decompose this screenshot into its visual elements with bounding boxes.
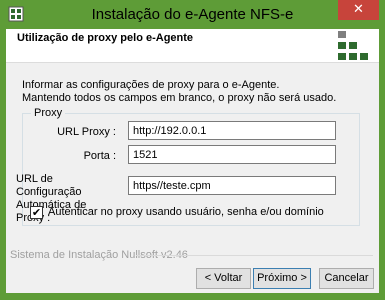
- close-button[interactable]: ✕: [338, 0, 379, 20]
- proxy-auth-label[interactable]: Autenticar no proxy usando usuário, senh…: [48, 206, 324, 218]
- intro-line: Informar as configurações de proxy para …: [22, 79, 280, 91]
- checkmark-icon: ✔: [31, 206, 42, 219]
- proxy-port-input[interactable]: [128, 145, 336, 164]
- proxy-url-input[interactable]: [128, 121, 336, 140]
- logo-square: [349, 42, 357, 49]
- cancel-button[interactable]: Cancelar: [319, 268, 374, 289]
- dialog-client-area: Utilização de proxy pelo e-Agente Inform…: [6, 29, 379, 293]
- logo-square: [338, 53, 346, 60]
- proxy-url-label: URL Proxy :: [57, 126, 116, 138]
- back-button[interactable]: < Voltar: [196, 268, 251, 289]
- next-button[interactable]: Próximo >: [253, 268, 311, 289]
- logo-square: [338, 42, 346, 49]
- proxy-port-label: Porta :: [83, 150, 116, 162]
- installer-window: Instalação do e-Agente NFS-e ✕ Utilizaçã…: [0, 0, 385, 300]
- logo-square: [360, 53, 368, 60]
- nfse-logo-icon: [338, 31, 372, 61]
- page-title: Utilização de proxy pelo e-Agente: [17, 32, 194, 44]
- window-title: Instalação do e-Agente NFS-e: [91, 6, 294, 23]
- logo-square: [338, 31, 346, 38]
- auto-config-url-input[interactable]: [128, 176, 336, 195]
- close-icon: ✕: [353, 2, 364, 17]
- title-bar[interactable]: Instalação do e-Agente NFS-e ✕: [0, 0, 385, 29]
- footer-divider: [136, 255, 373, 256]
- intro-text: Informar as configurações de proxy para …: [22, 79, 336, 105]
- auto-config-label-line: URL de Configuração: [16, 173, 82, 198]
- proxy-auth-checkbox[interactable]: ✔: [30, 206, 43, 219]
- intro-line: Mantendo todos os campos em branco, o pr…: [22, 92, 337, 104]
- page-header: Utilização de proxy pelo e-Agente: [6, 29, 379, 63]
- logo-square: [349, 53, 357, 60]
- proxy-group-label: Proxy: [31, 107, 66, 119]
